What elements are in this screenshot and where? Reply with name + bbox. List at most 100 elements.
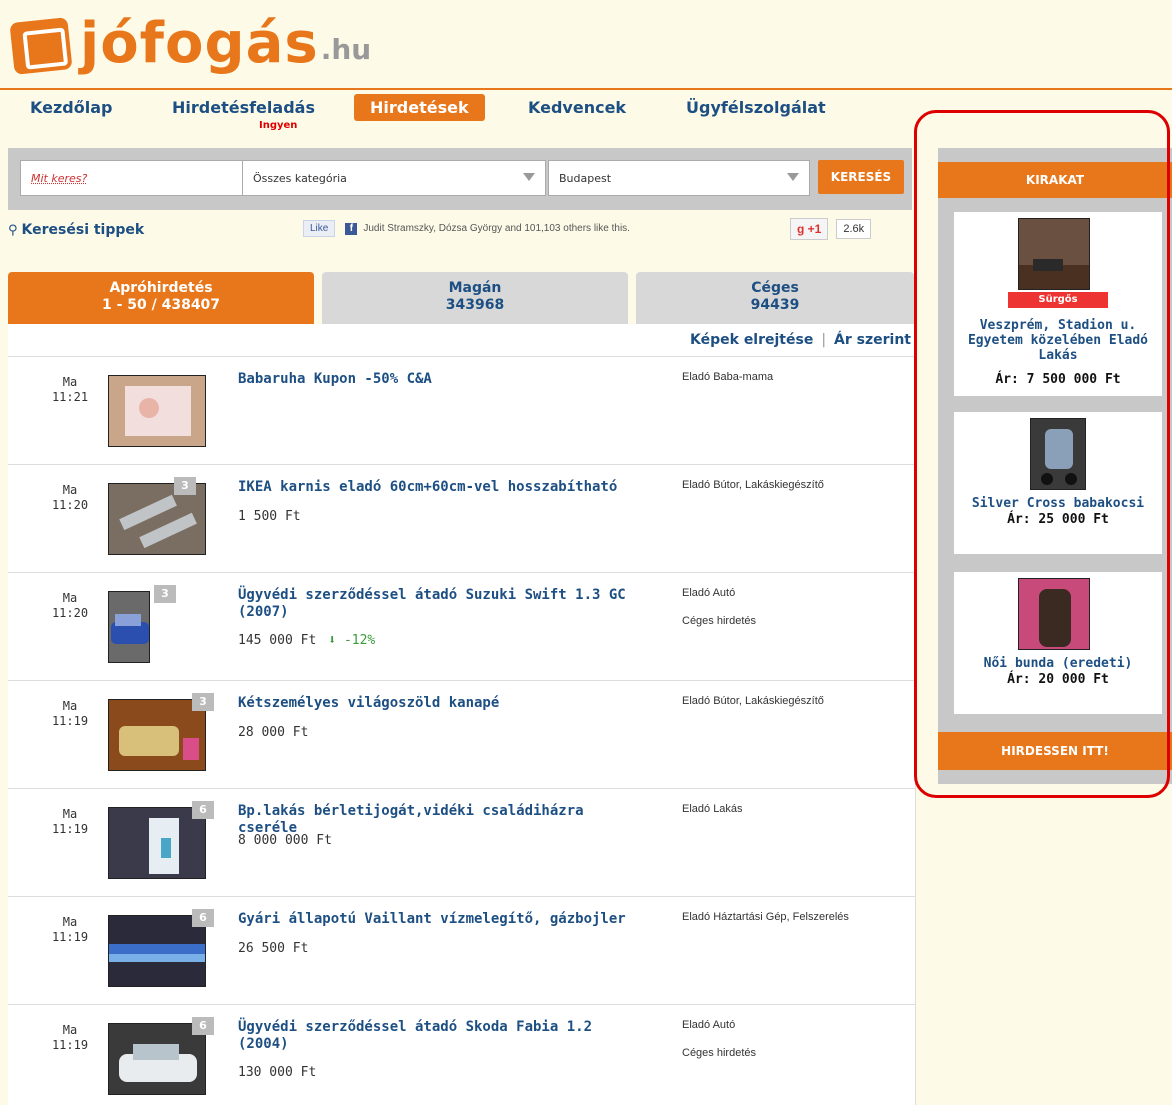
price-change-value: -12%	[343, 633, 376, 648]
listing-time: Ma 11:19	[48, 1023, 92, 1053]
location-value: Budapest	[559, 172, 612, 185]
showcase-photo	[1031, 419, 1085, 489]
listing-category: Eladó Lakás	[682, 803, 743, 815]
nav-favorites[interactable]: Kedvencek	[528, 98, 626, 117]
tab-label: Magán	[448, 280, 502, 296]
tab-business[interactable]: Céges 94439	[636, 272, 914, 324]
showcase-card-title[interactable]: Női bunda (eredeti)	[954, 656, 1162, 671]
arrow-down-icon: ⬇	[328, 633, 337, 648]
tab-private[interactable]: Magán 343968	[322, 272, 628, 324]
nav-support[interactable]: Ügyfélszolgálat	[686, 98, 826, 117]
listing-day: Ma	[62, 483, 78, 497]
showcase-thumbnail[interactable]	[1018, 578, 1090, 650]
listing-row[interactable]: Ma 11:19 6 Ügyvédi szerződéssel átadó Sko…	[8, 1004, 916, 1105]
price-drop-indicator: ⬇ -12%	[328, 633, 375, 648]
logo-text: jófogás	[80, 11, 319, 76]
showcase-card-title[interactable]: Silver Cross babakocsi	[954, 496, 1162, 511]
listing-clock: 11:19	[51, 714, 89, 728]
google-plus-button[interactable]: g +1	[790, 218, 829, 240]
listing-time: Ma 11:19	[48, 699, 92, 729]
listing-day: Ma	[62, 591, 78, 605]
listing-title[interactable]: Ügyvédi szerződéssel átadó Skoda Fabia 1…	[238, 1019, 648, 1053]
listing-day: Ma	[62, 699, 78, 713]
listing-clock: 11:19	[51, 930, 89, 944]
listing-thumbnail[interactable]	[108, 375, 206, 447]
listing-photo	[109, 376, 205, 446]
location-select[interactable]: Budapest	[548, 160, 810, 196]
chevron-down-icon	[523, 173, 535, 181]
listing-title[interactable]: Kétszemélyes világoszöld kanapé	[238, 695, 648, 712]
listing-price: 145 000 Ft ⬇ -12%	[238, 633, 375, 648]
category-select[interactable]: Összes kategória	[242, 160, 546, 196]
advertise-here-button[interactable]: HIRDESSEN ITT!	[938, 732, 1172, 770]
listing-row[interactable]: Ma 11:21 Babaruha Kupon -50% C&A Eladó Ba…	[8, 356, 916, 464]
listing-row[interactable]: Ma 11:20 3 Ügyvédi szerződéssel átadó Suz…	[8, 572, 916, 680]
showcase-thumbnail[interactable]	[1018, 218, 1090, 290]
listing-area: Képek elrejtése | Ár szerint Ma 11:21 Babar…	[8, 324, 916, 1105]
listing-category: Eladó Autó	[682, 1019, 736, 1031]
facebook-like-button[interactable]: Like	[303, 220, 336, 237]
nav-home[interactable]: Kezdőlap	[30, 98, 112, 117]
listing-category: Eladó Bútor, Lakáskiegészítő	[682, 479, 824, 491]
listing-day: Ma	[62, 375, 78, 389]
site-logo[interactable]: jófogás .hu	[9, 11, 371, 76]
listing-day: Ma	[62, 807, 78, 821]
showcase-panel: KIRAKAT Sürgős Veszprém, Stadion u. Egye…	[938, 148, 1172, 784]
photo-count-badge: 3	[174, 477, 196, 495]
listing-title[interactable]: IKEA karnis eladó 60cm+60cm-vel hosszabí…	[238, 479, 648, 496]
listing-price: 130 000 Ft	[238, 1065, 317, 1080]
listing-title[interactable]: Babaruha Kupon -50% C&A	[238, 371, 648, 388]
listing-clock: 11:20	[51, 498, 89, 512]
facebook-like-widget: Like f Judit Stramszky, Dózsa György and…	[303, 220, 630, 237]
showcase-card[interactable]: Silver Cross babakocsi Ár: 25 000 Ft	[954, 412, 1162, 554]
tab-all-ads[interactable]: Apróhirdetés 1 - 50 / 438407	[8, 272, 314, 324]
hide-images-link[interactable]: Képek elrejtése	[690, 332, 813, 348]
tab-count: 94439	[750, 297, 800, 313]
showcase-card[interactable]: Női bunda (eredeti) Ár: 20 000 Ft	[954, 572, 1162, 714]
listing-row[interactable]: Ma 11:19 6 Gyári állapotú Vaillant vízmel…	[8, 896, 916, 1004]
nav-post-ad[interactable]: Hirdetésfeladás	[172, 98, 315, 117]
search-tips-link[interactable]: ⚲ Keresési tippek	[8, 222, 144, 238]
showcase-thumbnail[interactable]	[1030, 418, 1086, 490]
listing-business-label: Céges hirdetés	[682, 615, 756, 627]
google-plus-count: 2.6k	[836, 219, 872, 239]
price-value: 145 000 Ft	[238, 633, 317, 648]
listing-row[interactable]: Ma 11:20 3 IKEA karnis eladó 60cm+60cm-ve…	[8, 464, 916, 572]
listing-title[interactable]: Gyári állapotú Vaillant vízmelegítő, gáz…	[238, 911, 648, 928]
photo-count-badge: 6	[192, 801, 214, 819]
listing-price: 8 000 000 Ft	[238, 833, 332, 848]
showcase-photo	[1019, 219, 1089, 289]
showcase-photo	[1019, 579, 1089, 649]
showcase-card-price: Ár: 25 000 Ft	[1007, 512, 1109, 527]
listing-clock: 11:20	[51, 606, 89, 620]
listing-title[interactable]: Bp.lakás bérletijogát,vidéki családiházr…	[238, 803, 648, 837]
urgent-badge: Sürgős	[1008, 292, 1108, 308]
listing-title[interactable]: Ügyvédi szerződéssel átadó Suzuki Swift …	[238, 587, 648, 621]
listing-thumbnail[interactable]	[108, 591, 150, 663]
listing-time: Ma 11:20	[48, 591, 92, 621]
listing-row[interactable]: Ma 11:19 6 Bp.lakás bérletijogát,vidéki c…	[8, 788, 916, 896]
category-value: Összes kategória	[253, 172, 347, 185]
showcase-card-price: Ár: 7 500 000 Ft	[995, 372, 1121, 387]
listing-price: 1 500 Ft	[238, 509, 301, 524]
listing-day: Ma	[62, 1023, 78, 1037]
facebook-like-text: Judit Stramszky, Dózsa György and 101,10…	[363, 223, 630, 234]
nav-listings[interactable]: Hirdetések	[354, 94, 485, 121]
photo-count-badge: 6	[192, 909, 214, 927]
sort-by-price-link[interactable]: Ár szerint	[834, 332, 911, 348]
listing-clock: 11:19	[51, 1038, 89, 1052]
search-button[interactable]: KERESÉS	[818, 160, 904, 194]
showcase-card[interactable]: Sürgős Veszprém, Stadion u. Egyetem köze…	[954, 212, 1162, 396]
showcase-card-title[interactable]: Veszprém, Stadion u. Egyetem közelében E…	[954, 318, 1162, 363]
search-bar: Mit keres? Összes kategória Budapest KER…	[8, 148, 912, 210]
facebook-icon: f	[345, 222, 358, 235]
tab-count: 343968	[445, 297, 505, 313]
google-plus-widget: g +1 2.6k	[790, 218, 872, 240]
tab-label: Apróhirdetés	[109, 280, 213, 296]
listing-category: Eladó Bútor, Lakáskiegészítő	[682, 695, 824, 707]
list-header: Képek elrejtése | Ár szerint	[690, 332, 911, 348]
search-input[interactable]: Mit keres?	[20, 160, 244, 196]
listing-row[interactable]: Ma 11:19 3 Kétszemélyes világoszöld kanap…	[8, 680, 916, 788]
google-plus-label: +1	[807, 222, 822, 236]
tab-count: 1 - 50 / 438407	[101, 297, 221, 313]
